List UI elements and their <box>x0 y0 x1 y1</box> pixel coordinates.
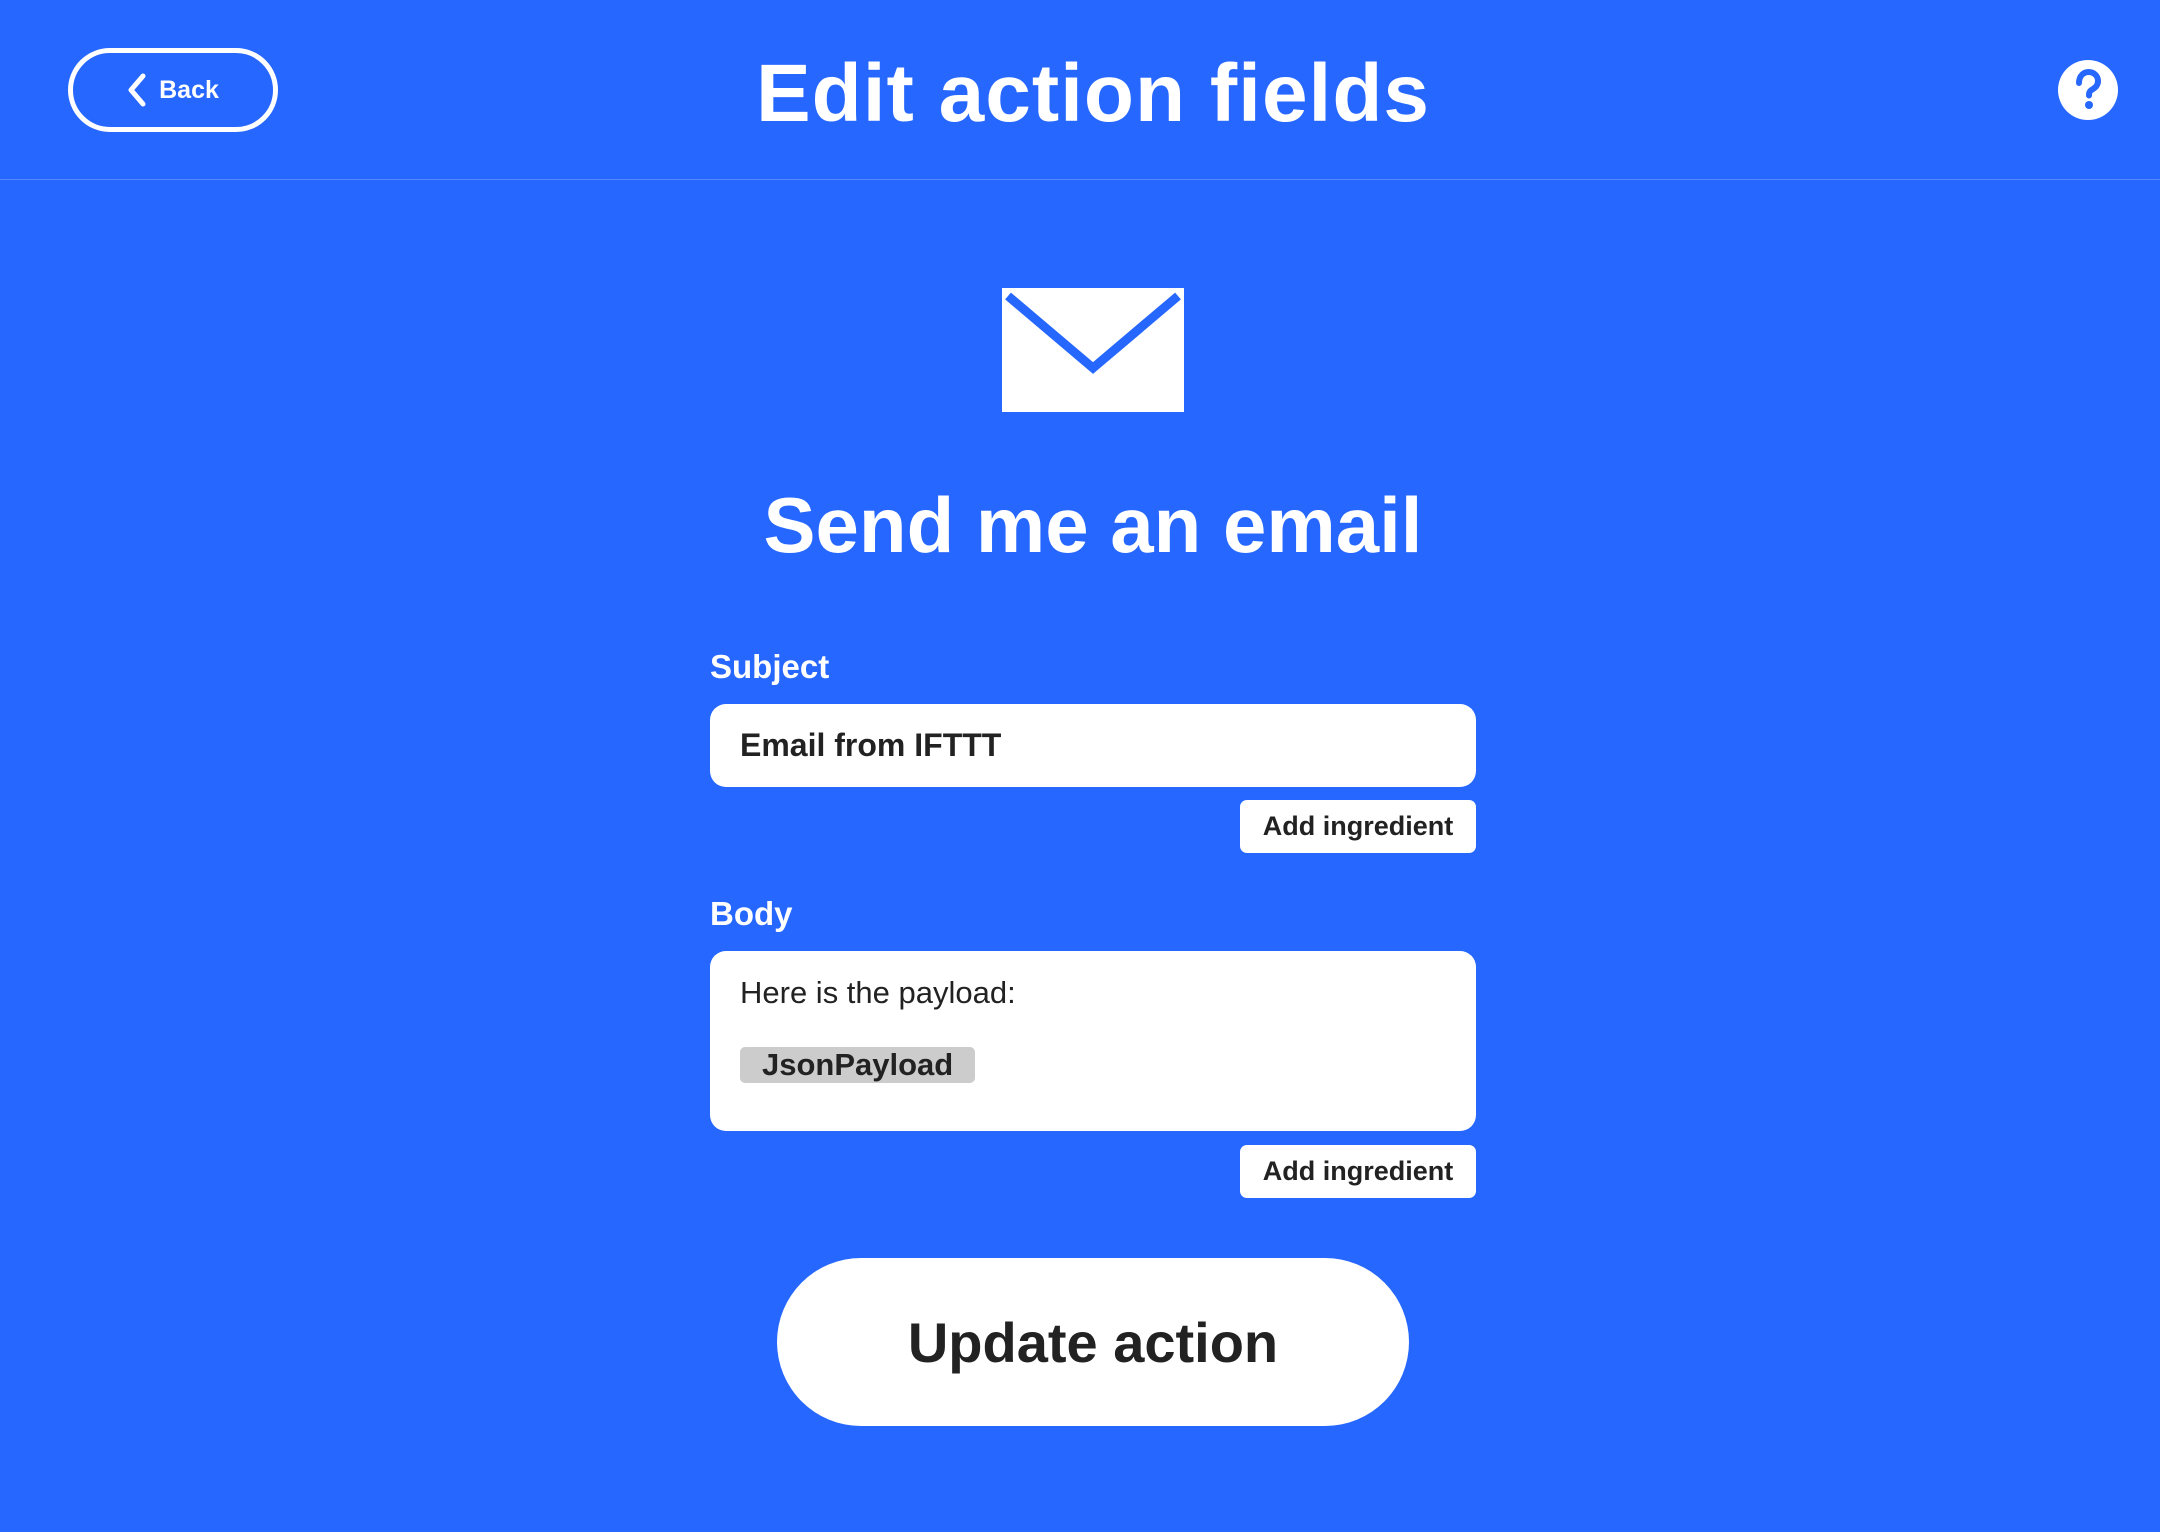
subject-input-value: Email from IFTTT <box>740 727 1002 763</box>
body-input[interactable]: Here is the payload: JsonPayload <box>710 951 1476 1131</box>
question-circle-icon[interactable] <box>2058 60 2118 120</box>
update-action-button[interactable]: Update action <box>777 1258 1409 1426</box>
page-title: Edit action fields <box>755 48 1431 139</box>
ingredient-chip[interactable]: JsonPayload <box>740 1047 976 1083</box>
envelope-icon <box>1002 288 1184 412</box>
subject-add-ingredient-button[interactable]: Add ingredient <box>1240 800 1476 853</box>
body-add-ingredient-button[interactable]: Add ingredient <box>1240 1145 1476 1198</box>
subject-label: Subject <box>710 648 830 685</box>
action-title: Send me an email <box>763 481 1423 569</box>
body-label: Body <box>710 895 793 932</box>
subject-input[interactable]: Email from IFTTT <box>710 704 1476 787</box>
body-input-text: Here is the payload: <box>740 975 1016 1010</box>
header-bar: Back Edit action fields <box>0 0 2160 180</box>
